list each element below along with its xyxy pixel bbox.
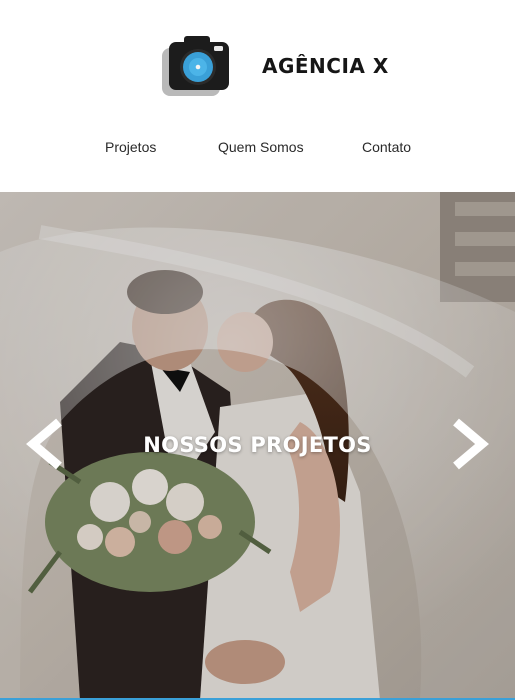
site-header: AGÊNCIA X Projetos Quem Somos Contato — [0, 0, 515, 192]
nav-quem-somos[interactable]: Quem Somos — [218, 139, 304, 155]
nav-contato[interactable]: Contato — [362, 139, 411, 155]
camera-icon[interactable] — [160, 34, 232, 102]
hero-title: NOSSOS PROJETOS — [143, 433, 372, 457]
nav-projetos[interactable]: Projetos — [105, 139, 156, 155]
chevron-right-icon[interactable] — [450, 418, 490, 470]
brand-name[interactable]: AGÊNCIA X — [262, 54, 389, 78]
hero-carousel: NOSSOS PROJETOS — [0, 192, 515, 700]
main-nav: Projetos Quem Somos Contato — [0, 139, 515, 157]
